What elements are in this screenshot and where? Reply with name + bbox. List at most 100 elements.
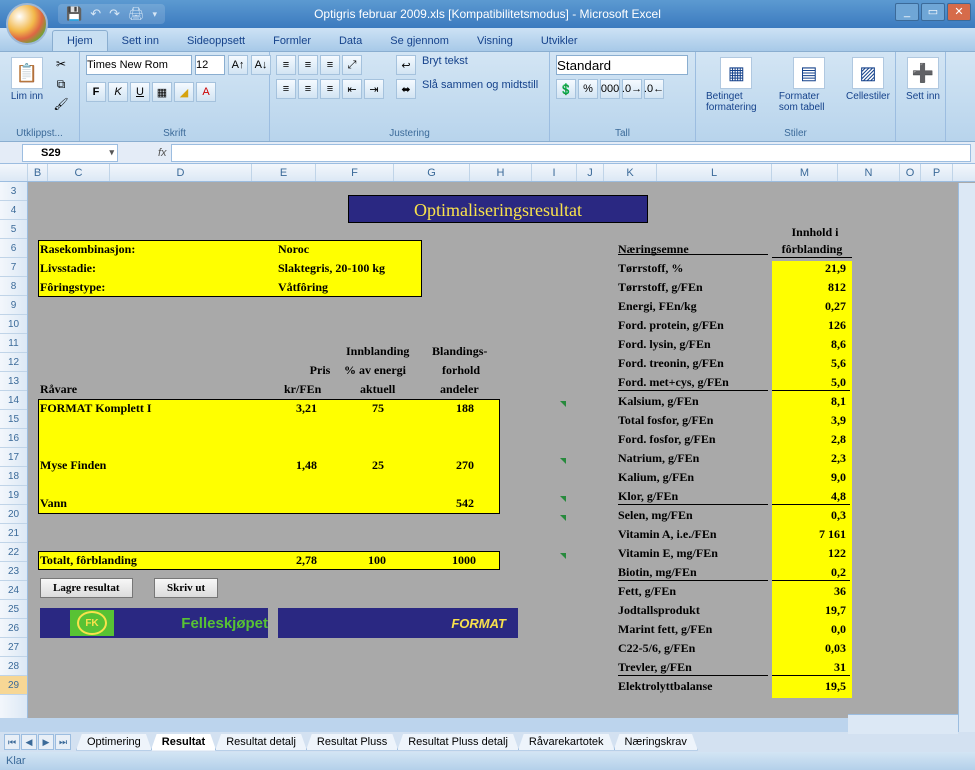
comma-button[interactable]: 000 <box>600 79 620 99</box>
ribbon-tab-utvikler[interactable]: Utvikler <box>527 31 592 51</box>
column-header[interactable]: H <box>470 164 532 181</box>
column-header[interactable]: J <box>577 164 604 181</box>
row-header[interactable]: 13 <box>0 372 27 391</box>
row-header[interactable]: 29 <box>0 676 27 695</box>
row-header[interactable]: 6 <box>0 239 27 258</box>
row-header[interactable]: 16 <box>0 429 27 448</box>
horizontal-scrollbar[interactable] <box>848 714 958 734</box>
office-button[interactable] <box>6 3 48 45</box>
print-preview-icon[interactable]: 🖨 <box>128 6 145 22</box>
row-header[interactable]: 9 <box>0 296 27 315</box>
row-header[interactable]: 8 <box>0 277 27 296</box>
bold-button[interactable]: F <box>86 82 106 102</box>
row-header[interactable]: 26 <box>0 619 27 638</box>
ribbon-tab-visning[interactable]: Visning <box>463 31 527 51</box>
fill-color-button[interactable]: ◢ <box>174 82 194 102</box>
column-header[interactable]: D <box>110 164 252 181</box>
prev-sheet-button[interactable]: ◀ <box>21 734 37 750</box>
close-button[interactable]: ✕ <box>947 3 971 21</box>
vertical-scrollbar[interactable] <box>958 183 975 732</box>
row-header[interactable]: 3 <box>0 182 27 201</box>
column-header[interactable]: O <box>900 164 921 181</box>
number-format-select[interactable] <box>556 55 688 75</box>
row-header[interactable]: 21 <box>0 524 27 543</box>
row-header[interactable]: 7 <box>0 258 27 277</box>
save-icon[interactable]: 💾 <box>66 6 82 22</box>
row-header[interactable]: 5 <box>0 220 27 239</box>
font-color-button[interactable]: A <box>196 82 216 102</box>
sheet-tab-optimering[interactable]: Optimering <box>76 734 152 751</box>
row-header[interactable]: 12 <box>0 353 27 372</box>
minimize-button[interactable]: _ <box>895 3 919 21</box>
ribbon-tab-se-gjennom[interactable]: Se gjennom <box>376 31 463 51</box>
decrease-indent-button[interactable]: ⇤ <box>342 79 362 99</box>
row-header[interactable]: 17 <box>0 448 27 467</box>
save-result-button[interactable]: Lagre resultat <box>40 578 133 598</box>
row-header[interactable]: 24 <box>0 581 27 600</box>
column-header[interactable]: E <box>252 164 316 181</box>
align-top-button[interactable]: ≡ <box>276 55 296 75</box>
column-header[interactable]: N <box>838 164 900 181</box>
ribbon-tab-sideoppsett[interactable]: Sideoppsett <box>173 31 259 51</box>
column-header[interactable]: C <box>48 164 110 181</box>
cut-icon[interactable]: ✂ <box>52 55 70 73</box>
percent-button[interactable]: % <box>578 79 598 99</box>
sheet-tab-resultat-detalj[interactable]: Resultat detalj <box>215 734 307 751</box>
grow-font-button[interactable]: A↑ <box>228 55 248 75</box>
column-header[interactable]: P <box>921 164 953 181</box>
column-header[interactable]: I <box>532 164 577 181</box>
insert-cells-button[interactable]: ➕Sett inn <box>902 55 944 104</box>
row-header[interactable]: 14 <box>0 391 27 410</box>
row-header[interactable]: 23 <box>0 562 27 581</box>
ribbon-tab-sett-inn[interactable]: Sett inn <box>108 31 173 51</box>
paste-button[interactable]: 📋 Lim inn <box>6 55 48 104</box>
align-bottom-button[interactable]: ≡ <box>320 55 340 75</box>
column-header[interactable]: B <box>28 164 48 181</box>
align-center-button[interactable]: ≡ <box>298 79 318 99</box>
formula-input[interactable] <box>171 144 971 162</box>
increase-indent-button[interactable]: ⇥ <box>364 79 384 99</box>
row-header[interactable]: 15 <box>0 410 27 429</box>
align-right-button[interactable]: ≡ <box>320 79 340 99</box>
column-header[interactable]: M <box>772 164 838 181</box>
sheet-tab-resultat[interactable]: Resultat <box>151 734 216 751</box>
italic-button[interactable]: K <box>108 82 128 102</box>
sheet-tab-næringskrav[interactable]: Næringskrav <box>614 734 698 751</box>
row-header[interactable]: 27 <box>0 638 27 657</box>
print-button[interactable]: Skriv ut <box>154 578 218 598</box>
sheet-tab-resultat-pluss-detalj[interactable]: Resultat Pluss detalj <box>397 734 519 751</box>
align-middle-button[interactable]: ≡ <box>298 55 318 75</box>
font-name-input[interactable] <box>86 55 192 75</box>
last-sheet-button[interactable]: ⏭ <box>55 734 71 750</box>
sheet-tab-resultat-pluss[interactable]: Resultat Pluss <box>306 734 398 751</box>
copy-icon[interactable]: ⧉ <box>52 75 70 93</box>
first-sheet-button[interactable]: ⏮ <box>4 734 20 750</box>
ribbon-tab-data[interactable]: Data <box>325 31 376 51</box>
name-box[interactable]: S29 <box>22 144 118 162</box>
increase-decimal-button[interactable]: .0→ <box>622 79 642 99</box>
sheet-tab-råvarekartotek[interactable]: Råvarekartotek <box>518 734 615 751</box>
undo-icon[interactable]: ↶ <box>90 6 101 22</box>
column-header[interactable]: G <box>394 164 470 181</box>
row-header[interactable]: 18 <box>0 467 27 486</box>
conditional-formatting-button[interactable]: ▦Betinget formatering <box>702 55 771 115</box>
column-header[interactable]: K <box>604 164 657 181</box>
next-sheet-button[interactable]: ▶ <box>38 734 54 750</box>
restore-button[interactable]: ▭ <box>921 3 945 21</box>
border-button[interactable]: ▦ <box>152 82 172 102</box>
format-painter-icon[interactable]: 🖌 <box>52 95 70 113</box>
ribbon-tab-formler[interactable]: Formler <box>259 31 325 51</box>
merge-center-button[interactable]: ⬌Slå sammen og midtstill <box>396 79 538 99</box>
row-header[interactable]: 28 <box>0 657 27 676</box>
row-header[interactable]: 20 <box>0 505 27 524</box>
column-header[interactable]: L <box>657 164 772 181</box>
wrap-text-button[interactable]: ↩Bryt tekst <box>396 55 538 75</box>
row-header[interactable]: 25 <box>0 600 27 619</box>
font-size-input[interactable] <box>195 55 225 75</box>
row-header[interactable]: 22 <box>0 543 27 562</box>
row-header[interactable]: 4 <box>0 201 27 220</box>
redo-icon[interactable]: ↷ <box>109 6 120 22</box>
row-header[interactable]: 11 <box>0 334 27 353</box>
decrease-decimal-button[interactable]: .0← <box>644 79 664 99</box>
fx-icon[interactable]: fx <box>158 147 167 159</box>
